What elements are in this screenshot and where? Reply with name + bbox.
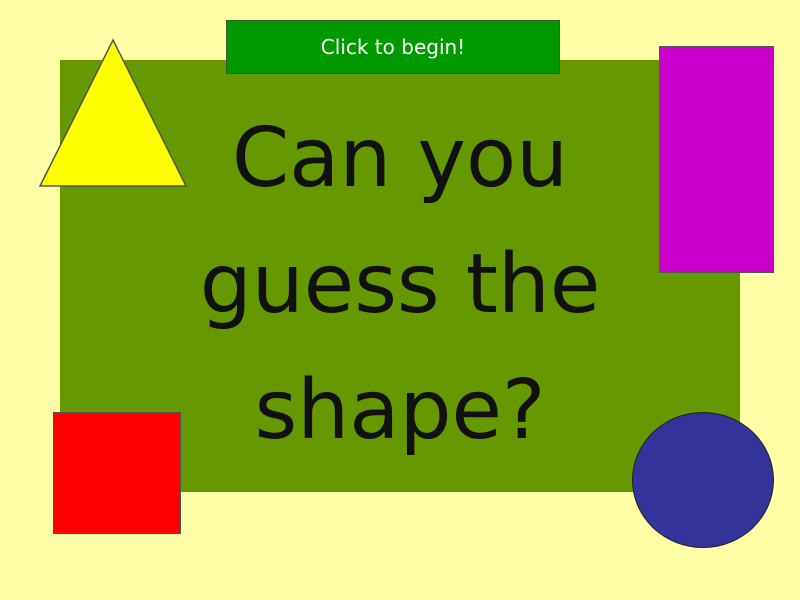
magenta-rectangle-shape	[659, 46, 774, 273]
red-square-shape	[53, 412, 181, 534]
begin-button[interactable]: Click to begin!	[226, 20, 560, 74]
title-line: guess the	[199, 237, 601, 332]
yellow-triangle-shape	[38, 38, 188, 187]
slide: Can you guess the shape? Click to begin!	[0, 0, 800, 600]
blue-circle-shape	[632, 412, 774, 548]
